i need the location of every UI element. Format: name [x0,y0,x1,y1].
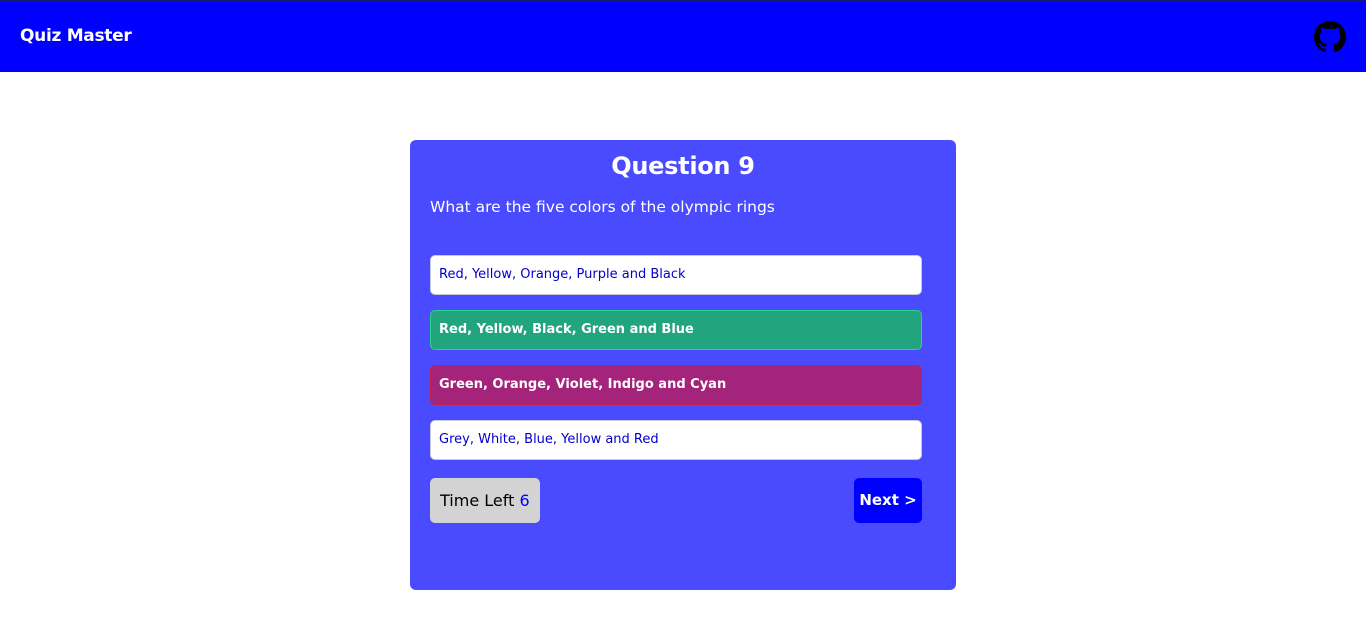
brand-title[interactable]: Quiz Master [20,26,132,46]
question-title: Question 9 [611,152,755,180]
next-button[interactable]: Next > [854,478,922,523]
github-icon [1314,21,1346,53]
timer-value: 6 [519,491,530,510]
timer-badge: Time Left 6 [430,478,540,523]
answer-option-2-correct[interactable]: Red, Yellow, Black, Green and Blue [430,310,922,350]
question-text: What are the five colors of the olympic … [430,198,775,216]
question-card: Question 9 What are the five colors of t… [410,140,956,590]
navbar: Quiz Master [0,0,1366,72]
timer-label: Time Left [440,491,515,510]
github-link[interactable] [1314,21,1346,53]
answer-option-3-wrong[interactable]: Green, Orange, Violet, Indigo and Cyan [430,365,922,405]
answer-option-4[interactable]: Grey, White, Blue, Yellow and Red [430,420,922,460]
answer-option-1[interactable]: Red, Yellow, Orange, Purple and Black [430,255,922,295]
